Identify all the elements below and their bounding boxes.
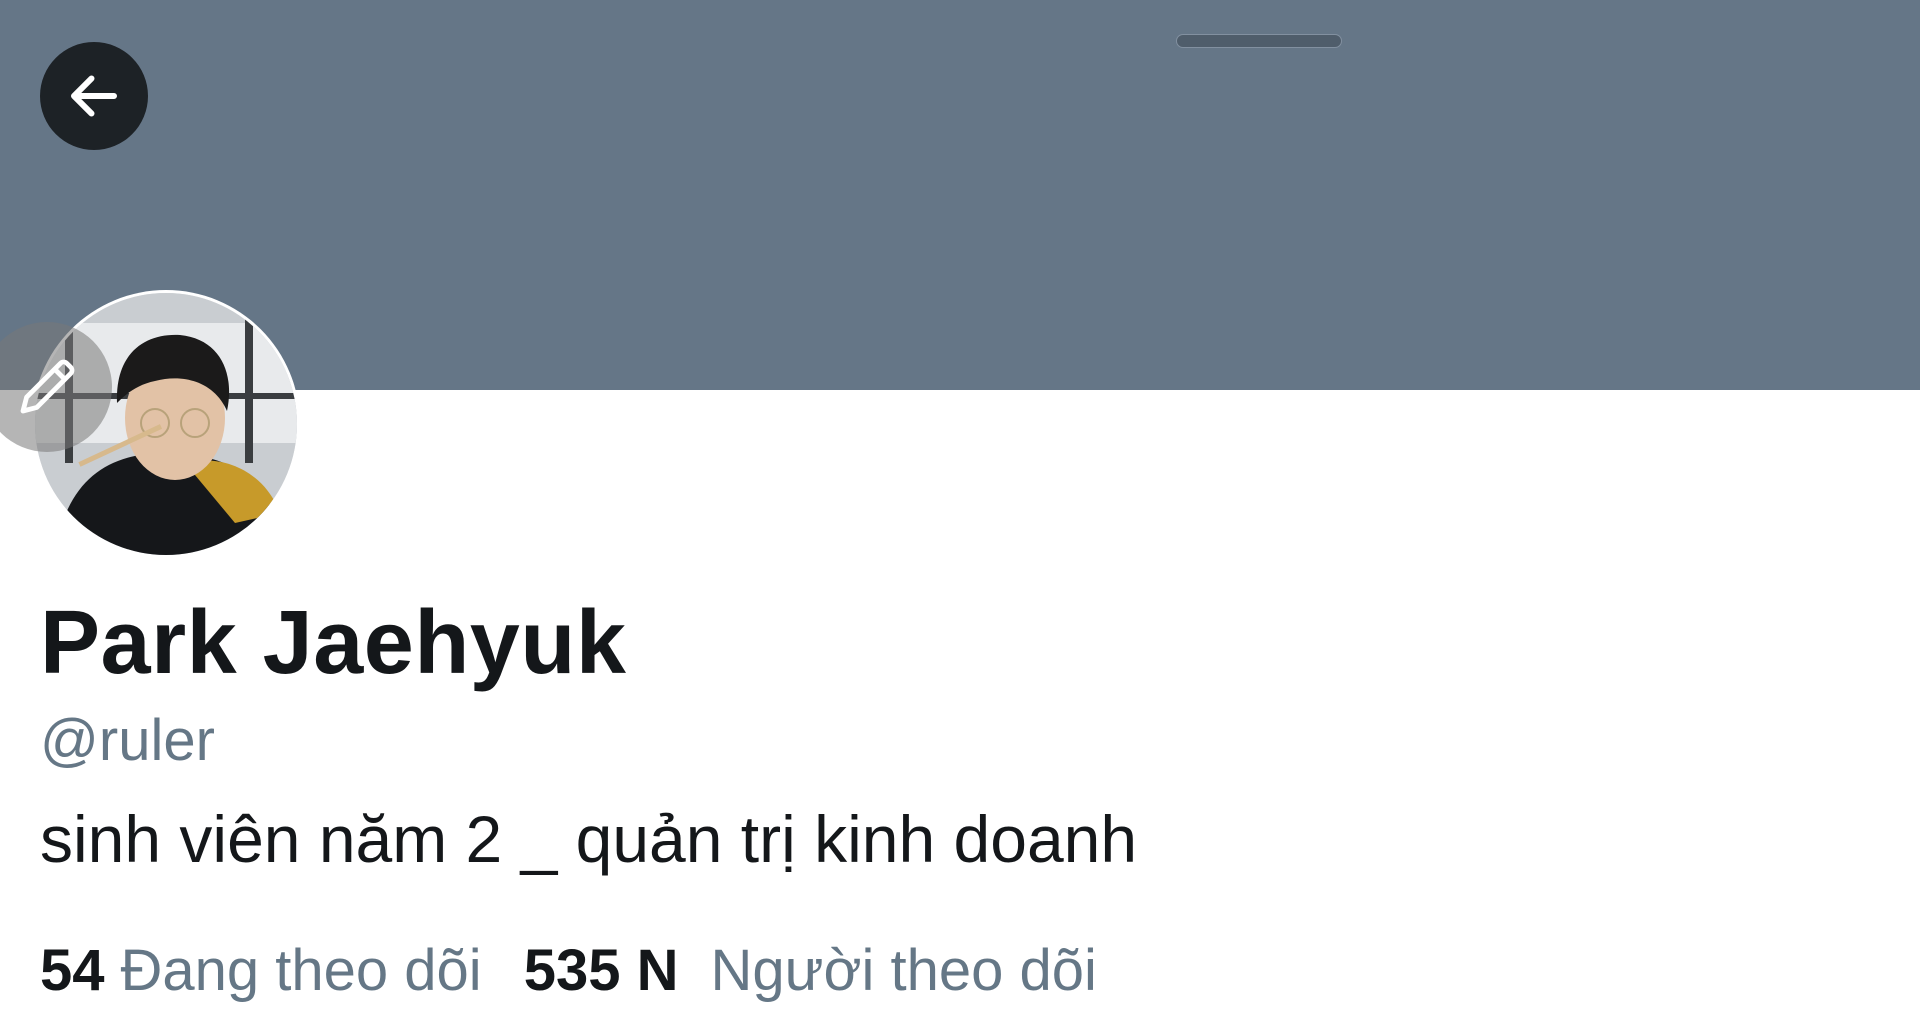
arrow-left-icon <box>71 75 117 117</box>
drag-handle[interactable] <box>1176 34 1342 48</box>
followers-label: Người theo dõi <box>710 938 1097 1003</box>
profile-bio: sinh viên năm 2 _ quản trị kinh doanh <box>40 802 1138 876</box>
following-label: Đang theo dõi <box>120 938 482 1003</box>
display-name: Park Jaehyuk <box>40 593 627 693</box>
profile-stats: 54 Đang theo dõi 535 N Người theo dõi <box>40 942 1097 1000</box>
followers-stat[interactable]: 535 N Người theo dõi <box>524 942 1097 1000</box>
profile-banner <box>0 0 1920 390</box>
following-stat[interactable]: 54 Đang theo dõi <box>40 942 482 1000</box>
following-count: 54 <box>40 938 105 1003</box>
back-button[interactable] <box>40 42 148 150</box>
followers-count: 535 N <box>523 938 679 1003</box>
profile-page: Park Jaehyuk @ruler sinh viên năm 2 _ qu… <box>0 0 1920 1031</box>
username-handle: @ruler <box>40 708 215 773</box>
pencil-icon <box>20 359 75 414</box>
